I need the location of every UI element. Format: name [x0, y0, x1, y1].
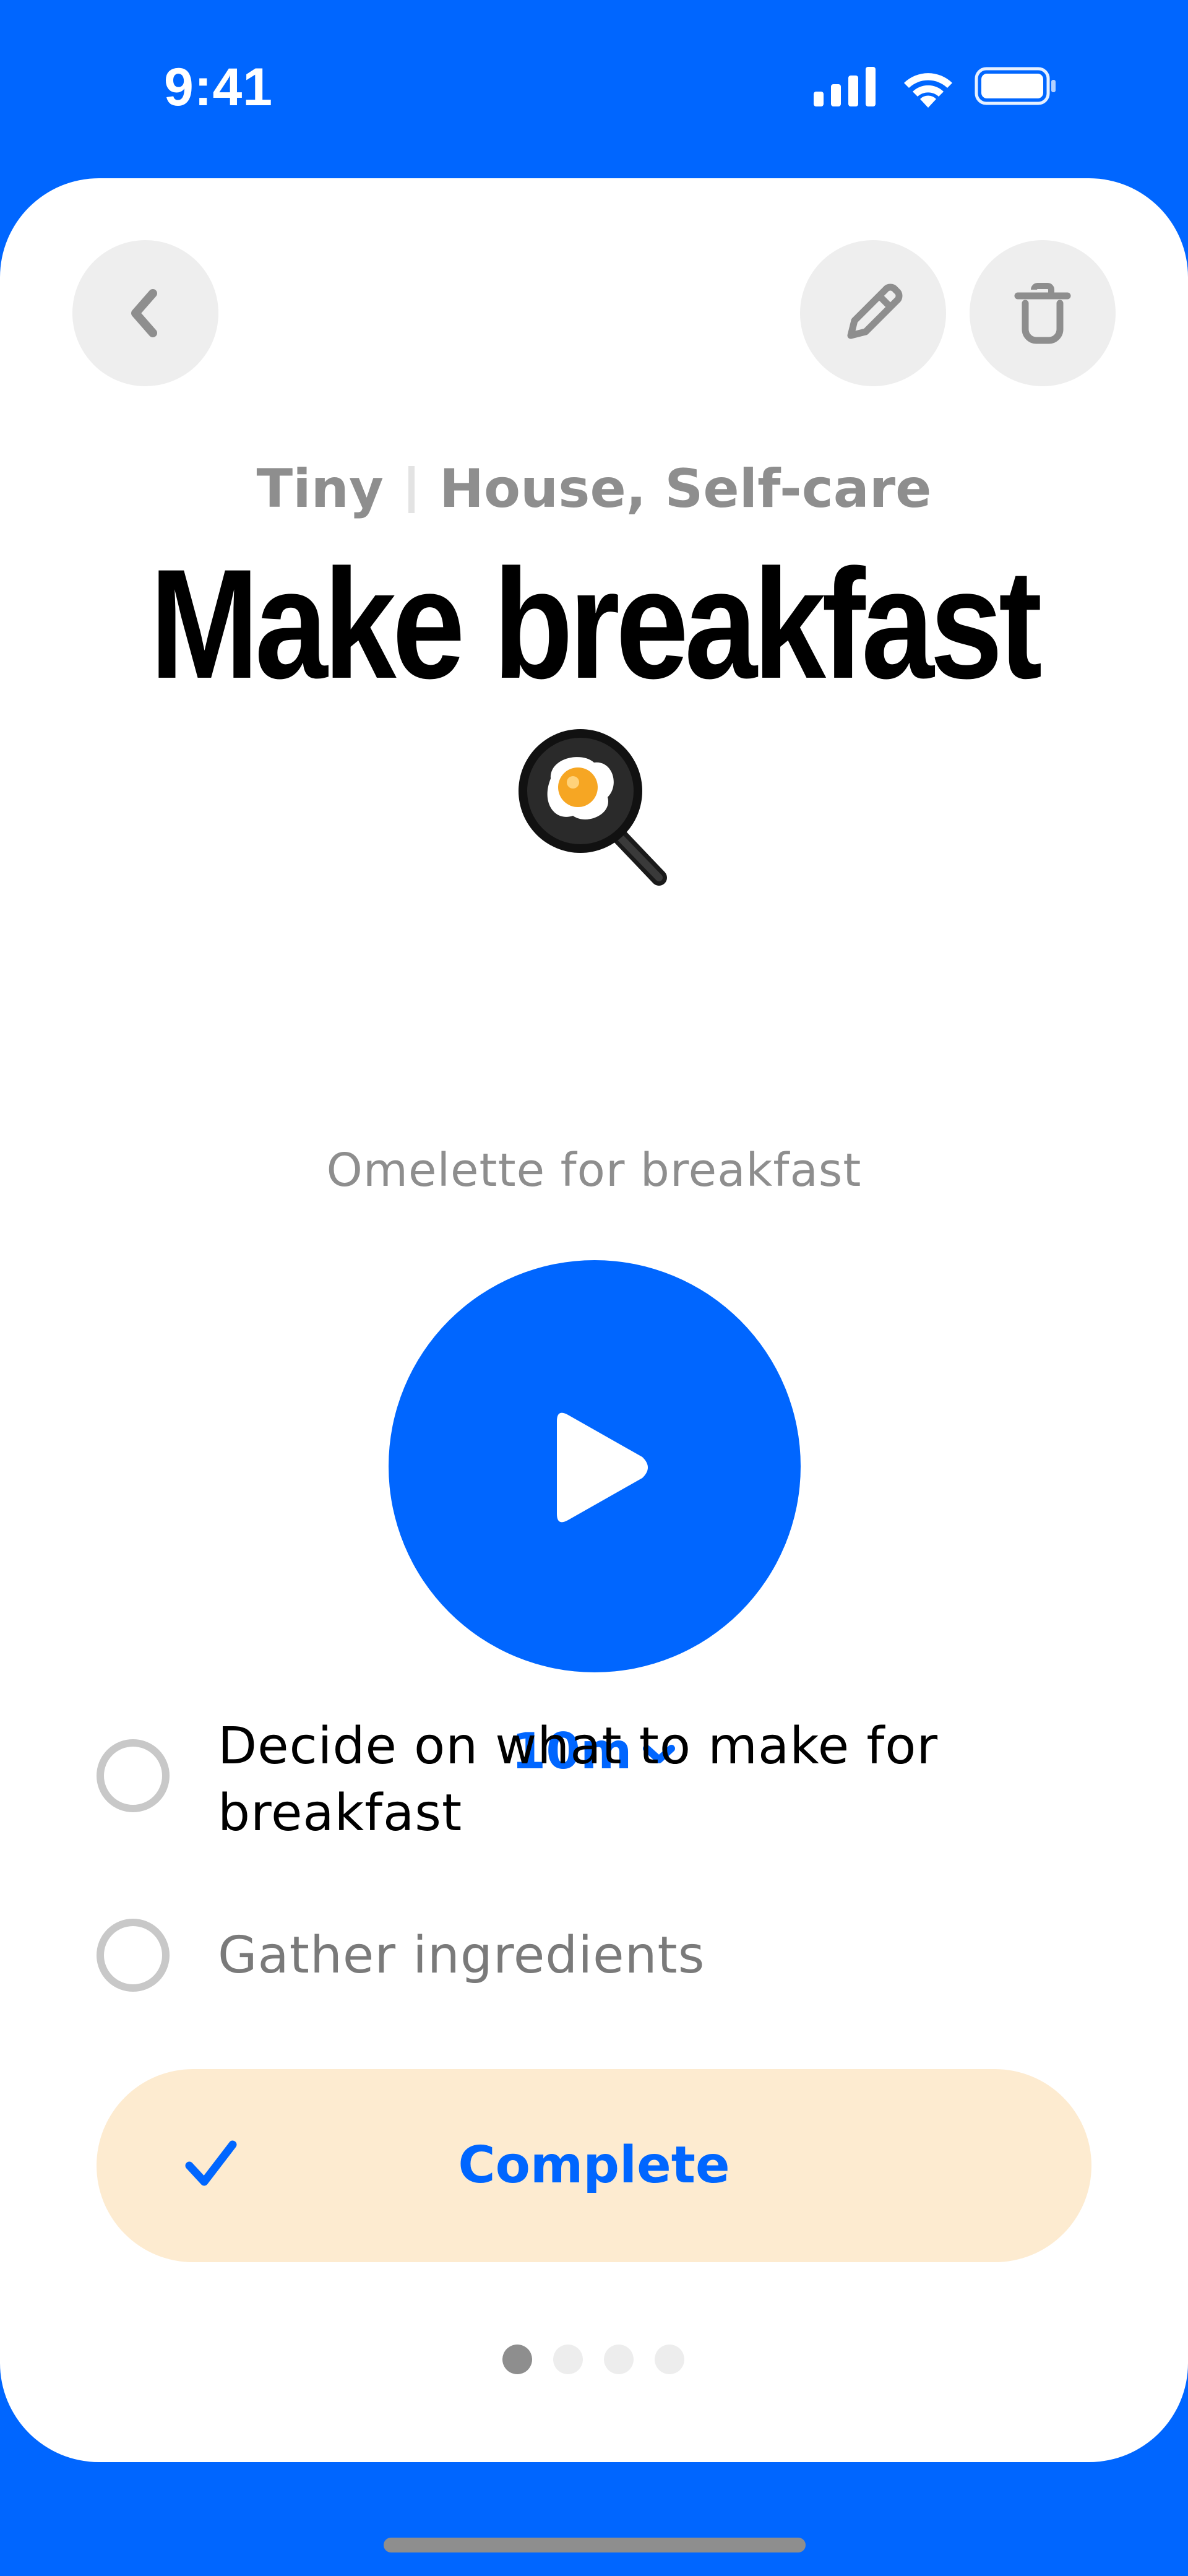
back-button[interactable] — [72, 240, 218, 386]
subtask-label: Gather ingredients — [218, 1926, 705, 1985]
frying-pan-egg-icon — [519, 729, 667, 886]
pencil-icon — [847, 283, 903, 339]
meta-divider — [408, 466, 415, 513]
edit-button[interactable] — [800, 240, 946, 386]
subtask-checkbox[interactable] — [97, 1919, 170, 1992]
status-time: 9:41 — [164, 58, 273, 117]
complete-label: Complete — [458, 2136, 730, 2195]
complete-button[interactable]: Complete — [97, 2069, 1091, 2262]
page-dot[interactable] — [553, 2345, 583, 2374]
wifi-icon — [904, 73, 952, 108]
task-meta: Tiny House, Self-care — [0, 458, 1188, 520]
cellular-signal-icon — [814, 67, 876, 106]
battery-icon — [975, 67, 1056, 105]
task-note: Omelette for breakfast — [326, 1144, 862, 1197]
page-dot[interactable] — [502, 2345, 532, 2374]
task-categories: House, Self-care — [439, 458, 932, 520]
trash-icon — [1014, 283, 1071, 344]
play-button[interactable] — [389, 1260, 801, 1672]
task-title: Make breakfast — [150, 537, 1042, 711]
page-dot[interactable] — [655, 2345, 684, 2374]
subtask-checkbox[interactable] — [97, 1739, 170, 1812]
subtask-label: Decide on what to make for breakfast — [218, 1717, 939, 1843]
task-size: Tiny — [256, 458, 384, 520]
play-icon — [557, 1412, 648, 1523]
status-bar: 9:41 — [0, 0, 1188, 178]
chevron-left-icon — [131, 289, 157, 337]
task-card: Tiny House, Self-care Make breakfast Omel… — [0, 178, 1188, 2462]
home-indicator[interactable] — [384, 2538, 806, 2552]
delete-button[interactable] — [970, 240, 1116, 386]
page-dot[interactable] — [604, 2345, 634, 2374]
